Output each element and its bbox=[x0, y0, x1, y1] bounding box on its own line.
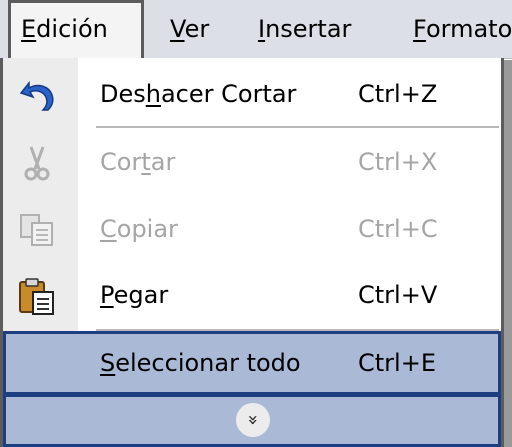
menu-ver[interactable]: Ver bbox=[170, 0, 209, 58]
copy-icon bbox=[20, 214, 53, 246]
menu-edicion[interactable]: Edición bbox=[8, 0, 144, 58]
menu-drop-shadow bbox=[504, 60, 512, 447]
cut-label-accelerator: t bbox=[141, 148, 151, 176]
select-all-shortcut: Ctrl+E bbox=[358, 349, 436, 377]
menu-separator bbox=[96, 126, 499, 128]
select-all-label-rest: eleccionar todo bbox=[115, 349, 301, 377]
copy-label-rest: opiar bbox=[116, 215, 178, 243]
paste-label-accelerator: P bbox=[100, 281, 114, 309]
menu-insertar-rest: nsertar bbox=[265, 15, 352, 43]
paste-shortcut: Ctrl+V bbox=[358, 281, 438, 309]
copy-label-accelerator: C bbox=[100, 215, 117, 243]
undo-label-pre: Des bbox=[100, 80, 146, 108]
menu-item-select-all[interactable]: Seleccionar todo Ctrl+E bbox=[3, 331, 501, 395]
menu-ver-accelerator: V bbox=[170, 15, 185, 43]
undo-label-rest: acer Cortar bbox=[160, 80, 297, 108]
chevron-double-down-icon: » bbox=[236, 403, 270, 437]
menu-item-label: Copiar bbox=[100, 197, 178, 261]
menu-insertar[interactable]: Insertar bbox=[258, 0, 351, 58]
menu-item-undo[interactable]: Deshacer Cortar Ctrl+Z bbox=[3, 62, 501, 126]
cut-label-rest: ar bbox=[150, 148, 176, 176]
menu-item-label: Deshacer Cortar bbox=[100, 62, 296, 126]
menu-edicion-accelerator: E bbox=[21, 15, 37, 43]
copy-shortcut: Ctrl+C bbox=[358, 215, 438, 243]
paste-label-rest: egar bbox=[113, 281, 169, 309]
cut-shortcut: Ctrl+X bbox=[358, 148, 438, 176]
select-all-label-accelerator: S bbox=[100, 349, 116, 377]
menu-formato[interactable]: Formato bbox=[413, 0, 512, 58]
menu-item-label: Seleccionar todo bbox=[100, 331, 301, 395]
menu-item-label: Pegar bbox=[100, 263, 168, 327]
menu-formato-accelerator: F bbox=[413, 15, 426, 43]
paste-icon bbox=[19, 278, 54, 315]
menu-item-paste[interactable]: Pegar Ctrl+V bbox=[3, 263, 501, 327]
cut-label-pre: Cor bbox=[100, 148, 142, 176]
expand-glyph: » bbox=[242, 414, 264, 426]
menu-edicion-rest: dición bbox=[36, 15, 108, 43]
menu-item-label: Cortar bbox=[100, 130, 175, 194]
menu-bar: Edición Ver Insertar Formato bbox=[0, 0, 512, 59]
menu-item-copy[interactable]: Copiar Ctrl+C bbox=[3, 197, 501, 261]
menu-ver-rest: er bbox=[184, 15, 210, 43]
undo-label-accelerator: h bbox=[145, 80, 161, 108]
scissors-icon bbox=[24, 146, 50, 181]
menu-formato-rest: ormato bbox=[425, 15, 512, 43]
undo-icon bbox=[19, 80, 54, 111]
undo-shortcut: Ctrl+Z bbox=[358, 80, 438, 108]
menu-expand-button[interactable]: » bbox=[3, 394, 501, 447]
menu-item-cut[interactable]: Cortar Ctrl+X bbox=[3, 130, 501, 194]
